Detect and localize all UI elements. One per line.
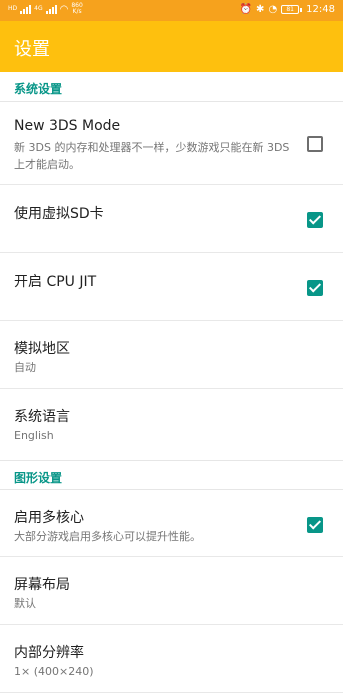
section-title-system: 系统设置 — [14, 82, 63, 96]
pref-summary: 默认 — [14, 597, 36, 610]
section-header-graphics: 图形设置 — [0, 460, 343, 490]
pref-summary: 自动 — [14, 361, 36, 374]
page-title: 设置 — [14, 39, 50, 60]
cpu-jit-checkbox[interactable] — [307, 280, 323, 296]
pref-new-3ds-mode[interactable]: New 3DS Mode 新 3DS 的内存和处理器不一样，少数游戏只能在新 3… — [0, 102, 343, 185]
wifi-icon: ◠ — [59, 3, 69, 15]
net-speed-unit: K/s — [72, 8, 82, 15]
network-type-indicator: 4G — [34, 5, 43, 12]
pref-virtual-sd[interactable]: 使用虚拟SD卡 — [0, 185, 343, 253]
pref-title: 系统语言 — [14, 409, 70, 425]
pref-screen-layout[interactable]: 屏幕布局 默认 — [0, 557, 343, 625]
pref-internal-resolution[interactable]: 内部分辨率 1× (400×240) — [0, 625, 343, 693]
pref-summary: English — [14, 429, 54, 442]
battery-icon: 81 — [281, 5, 303, 14]
net-speed: 860 K/s — [71, 3, 82, 15]
pref-title: 使用虚拟SD卡 — [14, 206, 104, 222]
pref-title: 启用多核心 — [14, 510, 84, 526]
virtual-sd-checkbox[interactable] — [307, 212, 323, 228]
pref-title: 内部分辨率 — [14, 645, 84, 661]
clock: 12:48 — [306, 4, 335, 15]
pref-summary: 大部分游戏启用多核心可以提升性能。 — [14, 530, 201, 543]
pref-language[interactable]: 系统语言 English — [0, 389, 343, 457]
hd-indicator: HD — [8, 5, 18, 12]
pref-title: New 3DS Mode — [14, 118, 121, 134]
new-3ds-checkbox[interactable] — [307, 136, 323, 152]
pref-title: 屏幕布局 — [14, 577, 70, 593]
status-right: ⏰ ✱ ◔ 81 12:48 — [240, 4, 335, 15]
alarm-icon: ⏰ — [239, 4, 253, 15]
section-header-system: 系统设置 — [0, 72, 343, 102]
signal-icon-2 — [45, 4, 57, 14]
pref-title: 模拟地区 — [14, 341, 70, 357]
pref-title: 开启 CPU JIT — [14, 274, 97, 290]
pref-multicore[interactable]: 启用多核心 大部分游戏启用多核心可以提升性能。 — [0, 490, 343, 557]
app-bar: 设置 — [0, 21, 343, 72]
data-saver-icon: ◔ — [268, 4, 278, 15]
status-bar: HD 4G ◠ 860 K/s ⏰ ✱ ◔ 81 12:48 — [0, 0, 343, 21]
pref-summary: 新 3DS 的内存和处理器不一样，少数游戏只能在新 3DS 上才能启动。 — [14, 141, 290, 171]
section-title-graphics: 图形设置 — [14, 471, 63, 485]
pref-region[interactable]: 模拟地区 自动 — [0, 321, 343, 389]
status-left: HD 4G ◠ 860 K/s — [8, 3, 83, 15]
signal-icon — [20, 4, 32, 14]
battery-level: 81 — [281, 5, 300, 14]
multicore-checkbox[interactable] — [307, 517, 323, 533]
bluetooth-icon: ✱ — [256, 4, 265, 15]
pref-summary: 1× (400×240) — [14, 665, 94, 678]
pref-cpu-jit[interactable]: 开启 CPU JIT — [0, 253, 343, 321]
